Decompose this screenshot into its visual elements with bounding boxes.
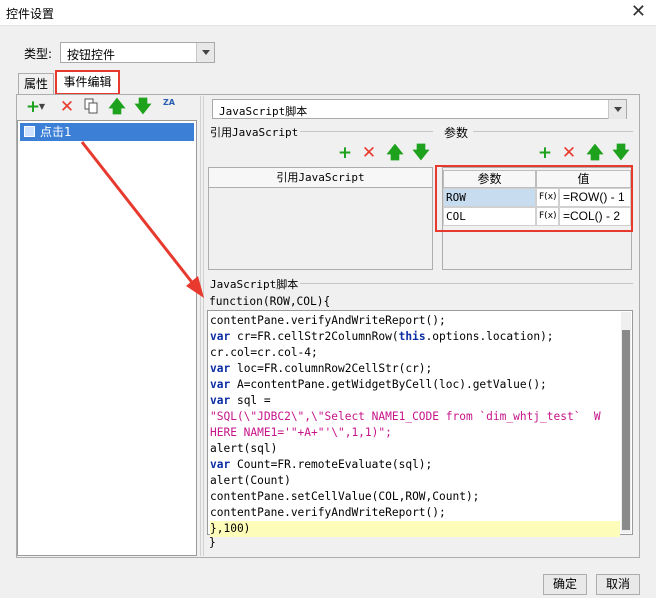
list-item[interactable]: 点击1 [20, 123, 194, 141]
code-line[interactable]: contentPane.setCellValue(COL,ROW,Count); [210, 489, 479, 505]
event-icon [24, 126, 35, 137]
code-token: var [210, 378, 231, 391]
ref-javascript-table: 引用JavaScript [208, 167, 433, 270]
code-line[interactable]: cr.col=cr.col-4; [210, 345, 318, 361]
code-line[interactable]: HERE NAME1='"+A+"'\",1,1)"; [210, 425, 392, 441]
code-line[interactable]: var sql = [210, 393, 271, 409]
delete-icon[interactable]: ✕ [560, 144, 578, 162]
code-token: contentPane.verifyAndWriteReport(); [210, 506, 446, 519]
script-section-divider [300, 283, 633, 284]
copy-icon[interactable] [82, 98, 100, 116]
tab-event-editing[interactable]: 事件编辑 [55, 70, 120, 95]
param-group-title: 参数 [442, 124, 471, 141]
ref-toolbar: + ✕ 🡅 🡇 [336, 144, 436, 162]
code-token: A=contentPane.getWidgetByCell(loc).getVa… [230, 378, 547, 391]
add-icon[interactable]: + [536, 144, 554, 162]
code-token: contentPane.setCellValue(COL,ROW,Count); [210, 490, 480, 503]
code-token: alert(Count) [210, 474, 291, 487]
code-token: sql = [230, 394, 271, 407]
function-footer: } [209, 536, 216, 549]
event-list: 点击1 [17, 120, 197, 556]
param-toolbar: + ✕ 🡅 🡇 [536, 144, 636, 162]
code-token: alert(sql) [210, 442, 278, 455]
script-section-title: JavaScript脚本 [210, 278, 299, 291]
scrollbar-thumb[interactable] [622, 330, 630, 530]
code-token: cr.col=cr.col-4; [210, 346, 318, 359]
code-line[interactable]: },100) [210, 521, 620, 537]
move-down-icon[interactable]: 🡇 [134, 98, 152, 116]
window-title: 控件设置 [6, 7, 55, 21]
title-bar [0, 0, 656, 26]
delete-icon[interactable]: ✕ [58, 98, 76, 116]
chevron-down-icon[interactable] [196, 43, 214, 62]
event-toolbar: + ▼ ✕ 🡅 🡇 ZA [24, 98, 194, 118]
cancel-button[interactable]: 取消 [596, 574, 640, 595]
code-token: .options.location); [425, 330, 554, 343]
code-token: var [210, 362, 231, 375]
dropdown-icon[interactable]: ▼ [38, 98, 46, 116]
ok-button[interactable]: 确定 [543, 574, 587, 595]
code-token: "SQL(\"JDBC2\",\"Select NAME1_CODE from … [210, 410, 601, 423]
code-token: },100) [210, 522, 251, 535]
code-line[interactable]: contentPane.verifyAndWriteReport(); [210, 505, 446, 521]
code-line[interactable]: var A=contentPane.getWidgetByCell(loc).g… [210, 377, 547, 393]
code-token: this [398, 330, 426, 343]
type-label: 类型: [24, 47, 53, 61]
type-select-value: 按钮控件 [67, 48, 116, 62]
params-highlight-box [435, 165, 633, 232]
sort-az-icon[interactable]: ZA [160, 98, 178, 116]
script-type-value: JavaScript脚本 [219, 105, 308, 118]
code-line[interactable]: contentPane.verifyAndWriteReport(); [210, 313, 446, 329]
delete-icon[interactable]: ✕ [360, 144, 378, 162]
move-up-icon[interactable]: 🡅 [586, 144, 604, 162]
move-down-icon[interactable]: 🡇 [612, 144, 630, 162]
code-token: HERE NAME1='"+A+"'\",1,1)"; [210, 426, 392, 439]
chevron-down-icon[interactable] [608, 100, 626, 119]
add-icon[interactable]: + [336, 144, 354, 162]
code-token: var [210, 330, 231, 343]
script-type-select[interactable]: JavaScript脚本 [212, 99, 627, 119]
code-token: Count=FR.remoteEvaluate(sql); [230, 458, 433, 471]
scrollbar[interactable] [621, 312, 631, 533]
code-line[interactable]: var loc=FR.columnRow2CellStr(cr); [210, 361, 432, 377]
splitter-handle[interactable] [200, 96, 204, 556]
type-select[interactable]: 按钮控件 [60, 42, 215, 63]
close-icon[interactable]: ✕ [631, 2, 646, 22]
move-down-icon[interactable]: 🡇 [412, 144, 430, 162]
code-line[interactable]: alert(Count) [210, 473, 291, 489]
ref-group-divider [293, 131, 433, 132]
code-line[interactable]: alert(sql) [210, 441, 277, 457]
script-editor[interactable]: contentPane.verifyAndWriteReport(); var c… [207, 310, 633, 537]
code-token: loc=FR.columnRow2CellStr(cr); [230, 362, 433, 375]
code-line[interactable]: var Count=FR.remoteEvaluate(sql); [210, 457, 432, 473]
param-group-divider [473, 131, 633, 132]
code-token: var [210, 458, 231, 471]
code-token: cr=FR.cellStr2ColumnRow( [230, 330, 399, 343]
code-token: contentPane.verifyAndWriteReport(); [210, 314, 446, 327]
code-token: var [210, 394, 231, 407]
move-up-icon[interactable]: 🡅 [386, 144, 404, 162]
tab-properties[interactable]: 属性 [18, 73, 54, 94]
event-label: 点击1 [40, 125, 72, 139]
ref-group-title: 引用JavaScript [208, 124, 301, 140]
move-up-icon[interactable]: 🡅 [108, 98, 126, 116]
code-line[interactable]: var cr=FR.cellStr2ColumnRow(this.options… [210, 329, 554, 345]
function-header: function(ROW,COL){ [209, 295, 331, 308]
ref-column-header: 引用JavaScript [209, 168, 432, 188]
code-line[interactable]: "SQL(\"JDBC2\",\"Select NAME1_CODE from … [210, 409, 601, 425]
